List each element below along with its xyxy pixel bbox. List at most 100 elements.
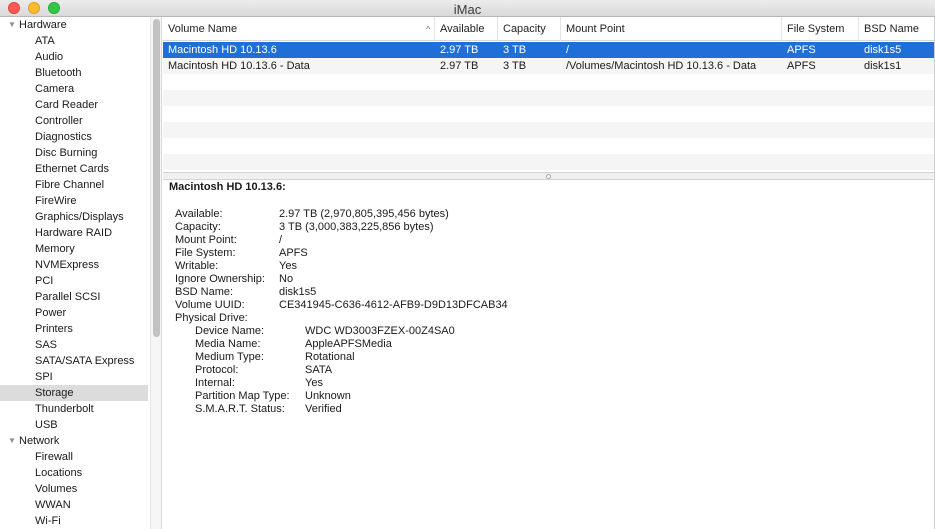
disclosure-triangle-icon[interactable]: ▼ [8, 17, 16, 33]
sidebar-scroll-thumb[interactable] [153, 19, 160, 337]
sidebar-item-audio[interactable]: Audio [0, 49, 148, 65]
column-header-bsd-name[interactable]: BSD Name [859, 17, 935, 41]
table-cell-volume-name: Macintosh HD 10.13.6 - Data [168, 60, 310, 72]
sidebar-item-storage[interactable]: Storage [0, 385, 148, 401]
sidebar-item-wwan[interactable]: WWAN [0, 497, 148, 513]
sidebar-item-label: Camera [35, 83, 75, 95]
sidebar-item-hardware-raid[interactable]: Hardware RAID [0, 225, 148, 241]
window-title: iMac [453, 2, 482, 17]
drive-key-internal: Internal: [195, 377, 235, 389]
sidebar-item-pci[interactable]: PCI [0, 273, 148, 289]
sidebar-item-card-reader[interactable]: Card Reader [0, 97, 148, 113]
drive-value-s-m-a-r-t-status: Verified [305, 403, 342, 415]
title-bar: iMac [0, 0, 935, 17]
drive-key-partition-map-type: Partition Map Type: [195, 390, 290, 402]
sidebar-item-disc-burning[interactable]: Disc Burning [0, 145, 148, 161]
sidebar-item-label: SAS [35, 339, 58, 351]
detail-key-ignore-ownership: Ignore Ownership: [175, 273, 265, 285]
sidebar-item-volumes[interactable]: Volumes [0, 481, 148, 497]
table-row[interactable]: Macintosh HD 10.13.6 2.97 TB 3 TB / APFS disk… [163, 42, 935, 58]
empty-table-row [163, 122, 935, 138]
sidebar-item-label: Volumes [35, 483, 78, 495]
sidebar-item-label: Fibre Channel [35, 179, 105, 191]
column-header-file-system[interactable]: File System [782, 17, 859, 41]
sidebar-item-spi[interactable]: SPI [0, 369, 148, 385]
sidebar-item-sas[interactable]: SAS [0, 337, 148, 353]
sidebar-item-graphics-displays[interactable]: Graphics/Displays [0, 209, 148, 225]
detail-value-writable: Yes [279, 260, 297, 272]
sidebar-item-firewall[interactable]: Firewall [0, 449, 148, 465]
disclosure-triangle-icon[interactable]: ▼ [8, 433, 16, 449]
sidebar-item-parallel-scsi[interactable]: Parallel SCSI [0, 289, 148, 305]
sidebar-item-label: Memory [35, 243, 75, 255]
column-header-volume-name[interactable]: Volume Name ^ [163, 17, 435, 41]
sidebar-item-firewire[interactable]: FireWire [0, 193, 148, 209]
sidebar-item-label: Firewall [35, 451, 73, 463]
column-header-capacity[interactable]: Capacity [498, 17, 561, 41]
sidebar-item-usb[interactable]: USB [0, 417, 148, 433]
split-view-divider[interactable] [163, 172, 935, 180]
sidebar-item-label: Audio [35, 51, 64, 63]
sidebar-item-fibre-channel[interactable]: Fibre Channel [0, 177, 148, 193]
sidebar-group-network[interactable]: ▼ Network [0, 433, 148, 449]
drive-key-device-name: Device Name: [195, 325, 265, 337]
sidebar-item-label: Power [35, 307, 67, 319]
sidebar-item-diagnostics[interactable]: Diagnostics [0, 129, 148, 145]
sidebar-item-printers[interactable]: Printers [0, 321, 148, 337]
sidebar-scrollbar[interactable] [150, 17, 162, 529]
sidebar-group-label: Hardware [19, 19, 67, 31]
sidebar-item-locations[interactable]: Locations [0, 465, 148, 481]
column-header-label: Capacity [503, 23, 546, 35]
column-header-label: BSD Name [864, 23, 920, 35]
column-header-mount-point[interactable]: Mount Point [561, 17, 782, 41]
empty-table-row [163, 74, 935, 90]
drive-value-device-name: WDC WD3003FZEX-00Z4SA0 [305, 325, 455, 337]
sidebar-item-label: Storage [35, 387, 74, 399]
drive-value-partition-map-type: Unknown [305, 390, 351, 402]
table-cell-file-system: APFS [787, 44, 816, 56]
detail-value-capacity: 3 TB (3,000,383,225,856 bytes) [279, 221, 434, 233]
empty-table-row [163, 106, 935, 122]
detail-value-available: 2.97 TB (2,970,805,395,456 bytes) [279, 208, 449, 220]
sidebar-item-label: Printers [35, 323, 73, 335]
sidebar-item-ata[interactable]: ATA [0, 33, 148, 49]
sidebar-item-bluetooth[interactable]: Bluetooth [0, 65, 148, 81]
column-header-label: File System [787, 23, 845, 35]
sidebar-item-label: USB [35, 419, 58, 431]
detail-key-writable: Writable: [175, 260, 219, 272]
detail-value-bsd-name: disk1s5 [279, 286, 317, 298]
detail-key-bsd-name: BSD Name: [175, 286, 234, 298]
detail-key-capacity: Capacity: [175, 221, 221, 233]
table-cell-volume-name: Macintosh HD 10.13.6 [168, 44, 277, 56]
sidebar-item-label: Disc Burning [35, 147, 98, 159]
table-cell-bsd-name: disk1s1 [864, 60, 902, 72]
sidebar-item-label: Bluetooth [35, 67, 82, 79]
detail-pane: Macintosh HD 10.13.6: Available: 2.97 TB … [163, 180, 935, 529]
sidebar-item-sata-sata-express[interactable]: SATA/SATA Express [0, 353, 148, 369]
table-header: Volume Name ^ Available Capacity Mount Point… [163, 17, 935, 41]
sidebar-item-label: Diagnostics [35, 131, 92, 143]
detail-key-available: Available: [175, 208, 223, 220]
sidebar-item-memory[interactable]: Memory [0, 241, 148, 257]
drive-value-internal: Yes [305, 377, 323, 389]
sidebar-item-label: ATA [35, 35, 55, 47]
detail-value-file-system: APFS [279, 247, 308, 259]
volume-table: Volume Name ^ Available Capacity Mount Point… [163, 17, 935, 172]
sidebar: ▼ Hardware ATA Audio Bluetooth Camera Card Rea… [0, 17, 150, 529]
drive-key-s-m-a-r-t-status: S.M.A.R.T. Status: [195, 403, 285, 415]
sidebar-group-hardware[interactable]: ▼ Hardware [0, 17, 148, 33]
sidebar-item-thunderbolt[interactable]: Thunderbolt [0, 401, 148, 417]
sidebar-item-power[interactable]: Power [0, 305, 148, 321]
sidebar-item-controller[interactable]: Controller [0, 113, 148, 129]
column-header-available[interactable]: Available [435, 17, 498, 41]
sidebar-item-label: Hardware RAID [35, 227, 113, 239]
table-row[interactable]: Macintosh HD 10.13.6 - Data 2.97 TB 3 TB/V… [163, 58, 935, 74]
table-cell-file-system: APFS [787, 60, 816, 72]
sidebar-item-camera[interactable]: Camera [0, 81, 148, 97]
sidebar-item-ethernet-cards[interactable]: Ethernet Cards [0, 161, 148, 177]
sidebar-item-nvmexpress[interactable]: NVMExpress [0, 257, 148, 273]
sidebar-item-label: Controller [35, 115, 83, 127]
sidebar-item-wi-fi[interactable]: Wi-Fi [0, 513, 148, 529]
divider-handle-icon[interactable] [546, 174, 551, 179]
sort-ascending-icon: ^ [426, 25, 430, 34]
